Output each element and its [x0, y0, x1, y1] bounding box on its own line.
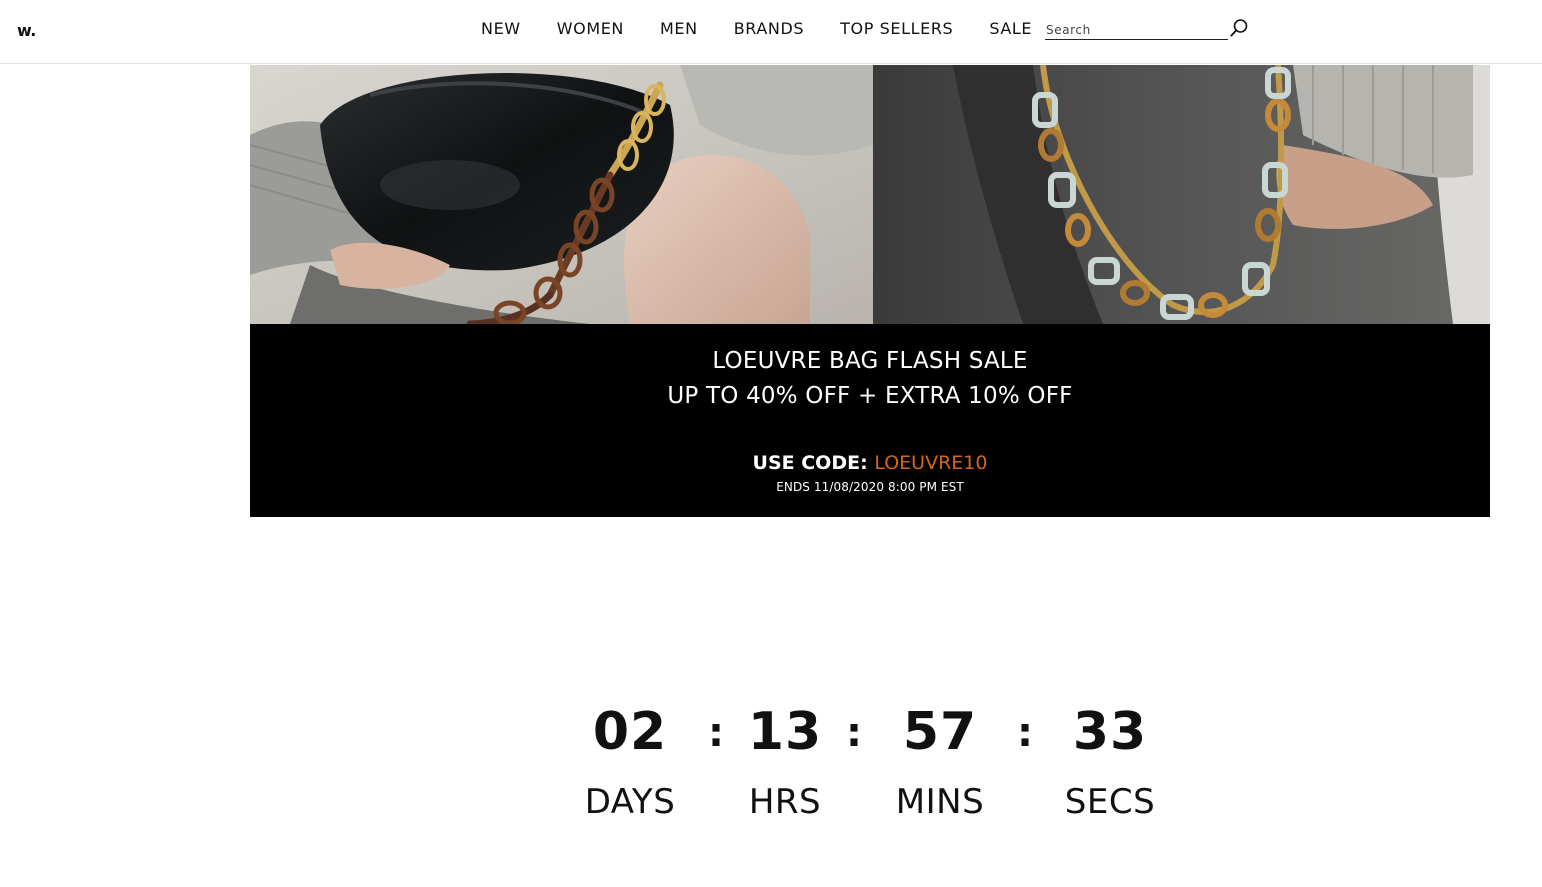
grey-coat-chain-strap-photo	[873, 65, 1490, 324]
countdown-hours-value: 13	[747, 702, 823, 762]
countdown-minutes-value: 57	[902, 702, 978, 762]
site-logo[interactable]: w.	[17, 21, 36, 40]
countdown-seconds-value: 33	[1072, 702, 1148, 762]
hero-banner-image[interactable]	[250, 65, 1490, 324]
flash-sale-banner[interactable]: LOEUVRE BAG FLASH SALE UP TO 40% OFF + E…	[250, 324, 1490, 517]
countdown-seconds-label: SECS	[1064, 782, 1156, 822]
main-nav: NEW WOMEN MEN BRANDS TOP SELLERS SALE	[481, 19, 1032, 38]
nav-item-women[interactable]: WOMEN	[557, 19, 624, 38]
countdown-days-value: 02	[592, 702, 668, 762]
black-bag-tortoise-chain-photo	[250, 65, 873, 324]
promo-code-prefix: USE CODE:	[752, 452, 868, 474]
countdown-hours-label: HRS	[748, 782, 822, 822]
countdown-timer: 02 DAYS : 13 HRS : 57 MINS : 33 SECS	[0, 700, 1542, 830]
nav-item-top-sellers[interactable]: TOP SELLERS	[840, 19, 953, 38]
promo-headline: LOEUVRE BAG FLASH SALE	[712, 348, 1028, 374]
promo-end-date: ENDS 11/08/2020 8:00 PM EST	[776, 480, 964, 494]
nav-item-men[interactable]: MEN	[660, 19, 698, 38]
promo-code-value: LOEUVRE10	[874, 452, 988, 474]
search-bar	[1045, 17, 1250, 41]
promo-code-line: USE CODE: LOEUVRE10	[250, 452, 1490, 474]
promo-discount: UP TO 40% OFF + EXTRA 10% OFF	[667, 383, 1073, 409]
countdown-minutes-label: MINS	[895, 782, 985, 822]
search-input[interactable]	[1045, 21, 1228, 40]
countdown-days-label: DAYS	[584, 782, 676, 822]
top-navigation-bar: w. NEW WOMEN MEN BRANDS TOP SELLERS SALE	[0, 0, 1542, 64]
magnifier-icon[interactable]	[1230, 19, 1248, 37]
nav-item-brands[interactable]: BRANDS	[734, 19, 804, 38]
nav-item-sale[interactable]: SALE	[989, 19, 1032, 38]
nav-item-new[interactable]: NEW	[481, 19, 521, 38]
